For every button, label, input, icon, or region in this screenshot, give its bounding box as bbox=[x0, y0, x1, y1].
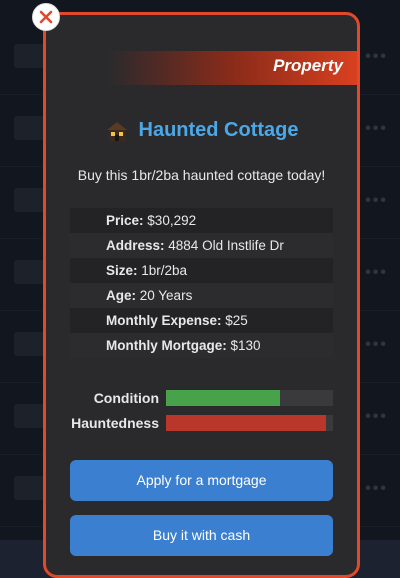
detail-value: $130 bbox=[230, 338, 261, 353]
condition-bar-fill bbox=[166, 390, 280, 406]
haunted-house-icon bbox=[106, 121, 127, 141]
detail-label: Price: bbox=[106, 213, 144, 228]
detail-price: Price: $30,292 bbox=[70, 208, 333, 233]
property-modal: Property Haunted Cottage Buy this 1br/2b… bbox=[43, 12, 360, 578]
detail-value: 20 Years bbox=[139, 288, 193, 303]
detail-label: Size: bbox=[106, 263, 138, 278]
condition-stat: Condition bbox=[46, 389, 357, 407]
detail-value: 1br/2ba bbox=[141, 263, 188, 278]
detail-monthly-mortgage: Monthly Mortgage: $130 bbox=[70, 333, 333, 358]
property-title-row: Haunted Cottage bbox=[46, 119, 357, 142]
detail-value: $30,292 bbox=[147, 213, 197, 228]
buy-with-cash-button[interactable]: Buy it with cash bbox=[70, 515, 333, 556]
condition-label: Condition bbox=[93, 390, 159, 406]
close-button[interactable] bbox=[32, 3, 60, 31]
modal-header-title: Property bbox=[273, 56, 343, 75]
apply-mortgage-button[interactable]: Apply for a mortgage bbox=[70, 460, 333, 501]
property-details-table: Price: $30,292 Address: 4884 Old Instlif… bbox=[70, 208, 333, 358]
detail-size: Size: 1br/2ba bbox=[70, 258, 333, 283]
detail-age: Age: 20 Years bbox=[70, 283, 333, 308]
property-description: Buy this 1br/2ba haunted cottage today! bbox=[77, 167, 326, 183]
detail-label: Monthly Mortgage: bbox=[106, 338, 227, 353]
hauntedness-label: Hauntedness bbox=[71, 415, 159, 431]
detail-value: 4884 Old Instlife Dr bbox=[168, 238, 284, 253]
hauntedness-bar-fill bbox=[166, 415, 327, 431]
close-icon bbox=[39, 10, 53, 24]
detail-value: $25 bbox=[225, 313, 248, 328]
hauntedness-stat: Hauntedness bbox=[46, 414, 357, 432]
detail-label: Age: bbox=[106, 288, 136, 303]
detail-address: Address: 4884 Old Instlife Dr bbox=[70, 233, 333, 258]
condition-bar-track bbox=[166, 390, 333, 406]
hauntedness-bar-track bbox=[166, 415, 333, 431]
detail-monthly-expense: Monthly Expense: $25 bbox=[70, 308, 333, 333]
detail-label: Address: bbox=[106, 238, 165, 253]
modal-header: Property bbox=[46, 51, 357, 85]
detail-label: Monthly Expense: bbox=[106, 313, 222, 328]
property-title: Haunted Cottage bbox=[138, 119, 299, 141]
